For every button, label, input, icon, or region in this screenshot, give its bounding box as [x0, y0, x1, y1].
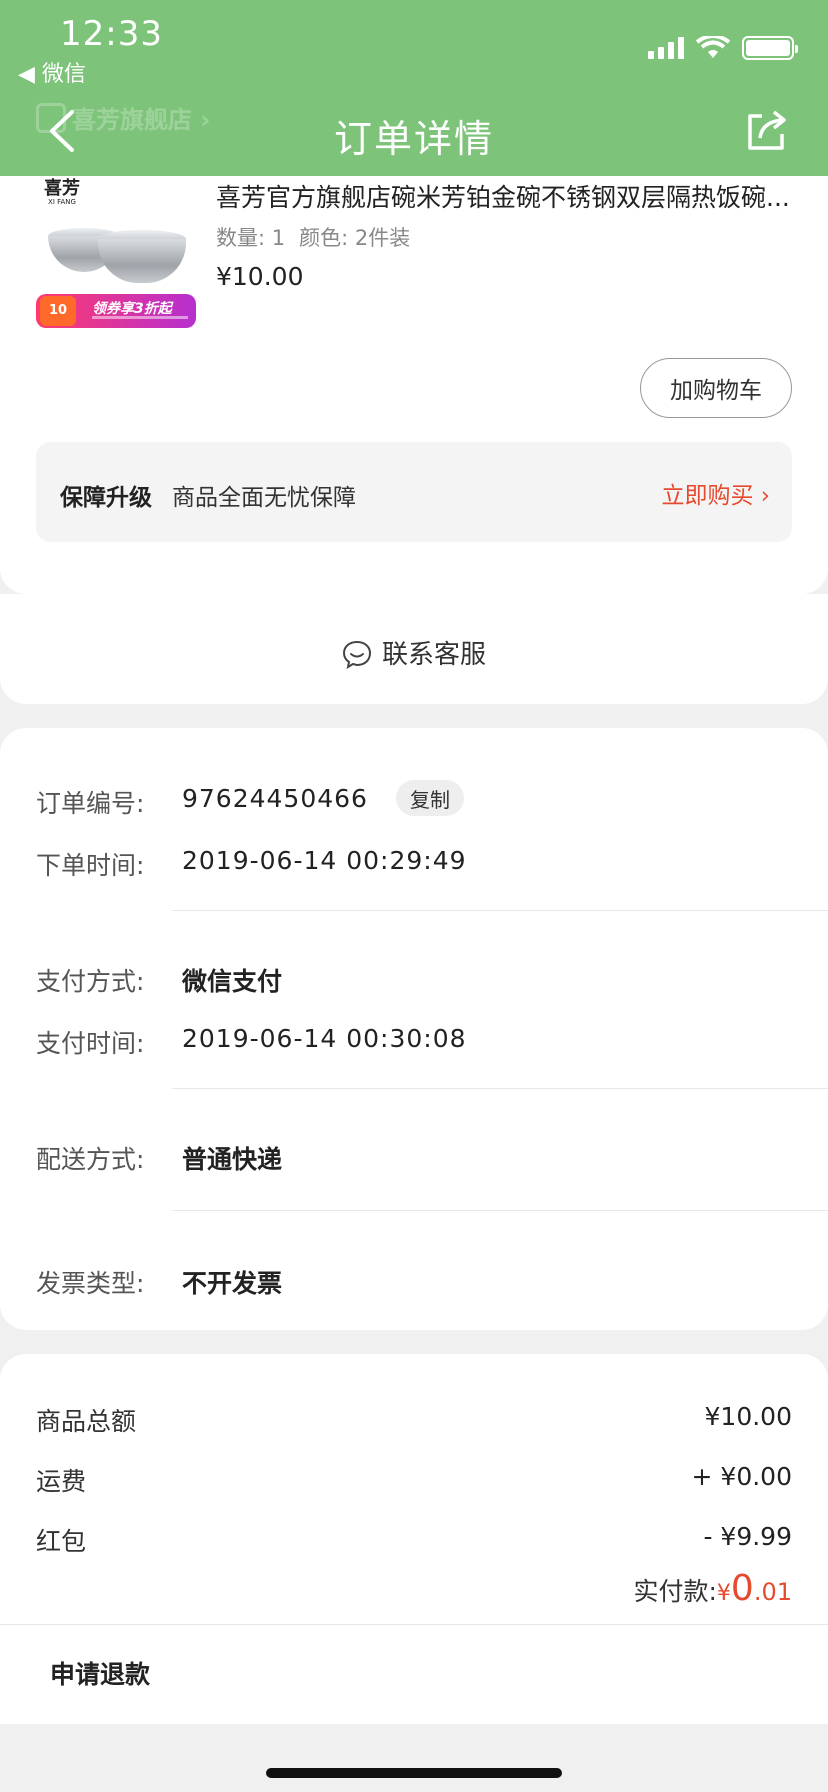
status-icons — [648, 36, 798, 60]
bottom-action-bar: 申请退款 — [0, 1624, 828, 1724]
pay-time-value: 2019-06-14 00:30:08 — [182, 1024, 467, 1053]
battery-icon — [742, 36, 798, 60]
paid-integer: 0 — [730, 1568, 754, 1609]
status-time: 12:33 — [60, 14, 163, 54]
goods-total-value: ¥10.00 — [704, 1402, 792, 1431]
product-quantity: 数量: 1 — [216, 226, 286, 250]
signal-icon — [648, 37, 684, 59]
delivery-label: 配送方式: — [36, 1145, 145, 1174]
promo-banner: 10 领券享3折起 — [36, 294, 196, 328]
promo-text: 领券享3折起 — [92, 301, 172, 317]
product-price: ¥10.00 — [216, 262, 304, 291]
guarantee-upgrade-banner[interactable]: 保障升级 商品全面无忧保障 立即购买 › — [36, 442, 792, 542]
share-icon[interactable] — [744, 108, 788, 152]
paid-currency: ¥ — [716, 1581, 731, 1606]
amount-summary-card: 商品总额 ¥10.00 运费 + ¥0.00 红包 - ¥9.99 实付款:¥0… — [0, 1354, 828, 1624]
paid-label: 实付款: — [633, 1577, 717, 1606]
shipping-value: + ¥0.00 — [691, 1462, 792, 1491]
guarantee-label: 保障升级 — [60, 485, 152, 511]
order-time-value: 2019-06-14 00:29:49 — [182, 846, 467, 875]
order-time-label: 下单时间: — [36, 851, 145, 880]
product-title[interactable]: 喜芳官方旗舰店碗米芳铂金碗不锈钢双层隔热饭碗... — [216, 178, 796, 214]
red-packet-value: - ¥9.99 — [703, 1522, 792, 1551]
goods-total-label: 商品总额 — [36, 1407, 137, 1436]
promo-badge: 10 — [40, 296, 76, 326]
request-refund-button[interactable]: 申请退款 — [50, 1655, 150, 1691]
order-info-card: 订单编号: 97624450466 复制 下单时间: 2019-06-14 00… — [0, 728, 828, 1330]
wifi-icon — [696, 36, 730, 58]
product-meta: 数量: 1 颜色: 2件装 — [216, 222, 410, 252]
buy-now-link[interactable]: 立即购买 › — [661, 476, 770, 510]
divider — [172, 1088, 828, 1089]
add-to-cart-button[interactable]: 加购物车 — [640, 358, 792, 418]
delivery-value: 普通快递 — [182, 1145, 283, 1174]
product-color: 颜色: 2件装 — [299, 226, 411, 250]
copy-button[interactable]: 复制 — [396, 780, 464, 816]
shipping-label: 运费 — [36, 1467, 87, 1496]
order-number-value: 97624450466 — [182, 784, 368, 813]
pay-method-label: 支付方式: — [36, 967, 145, 996]
app-header: 12:33 ◀ 微信 喜芳旗舰店 › 订单详情 — [0, 0, 828, 176]
paid-decimal: .01 — [753, 1578, 792, 1606]
contact-service-button[interactable]: 联系客服 — [0, 634, 828, 671]
guarantee-desc: 商品全面无忧保障 — [172, 485, 356, 511]
divider — [172, 1210, 828, 1211]
back-to-wechat-link[interactable]: ◀ 微信 — [18, 56, 86, 88]
page-title: 订单详情 — [333, 117, 494, 161]
pay-time-label: 支付时间: — [36, 1029, 145, 1058]
invoice-label: 发票类型: — [36, 1269, 145, 1298]
paid-amount: 实付款:¥0.01 — [633, 1568, 792, 1609]
product-image[interactable]: 喜芳 XI FANG 10 领券享3折起 — [36, 178, 196, 336]
pay-method-value: 微信支付 — [182, 967, 283, 996]
home-indicator[interactable] — [266, 1768, 562, 1778]
invoice-value: 不开发票 — [182, 1269, 283, 1298]
divider — [172, 910, 828, 911]
order-number-label: 订单编号: — [36, 789, 145, 818]
product-card: 喜芳 XI FANG 10 领券享3折起 喜芳官方旗舰店碗米芳铂金碗不锈钢双层隔… — [0, 150, 828, 594]
red-packet-label: 红包 — [36, 1527, 87, 1556]
brand-logo: 喜芳 XI FANG — [44, 178, 80, 206]
customer-service-section: 联系客服 — [0, 594, 828, 704]
chat-icon — [342, 640, 371, 669]
